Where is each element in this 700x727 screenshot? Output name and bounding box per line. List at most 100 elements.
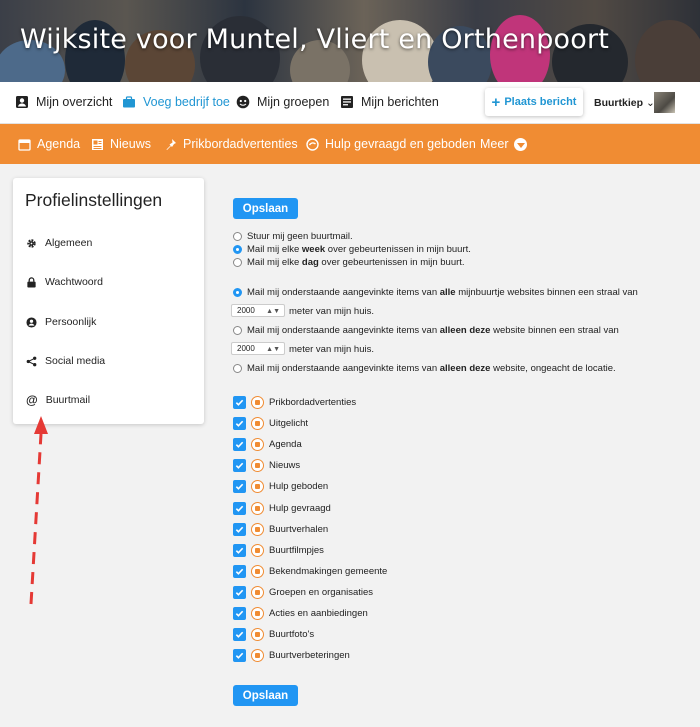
category-checkbox-row[interactable]: Buurtverhalen [233, 522, 329, 536]
user-menu[interactable]: Buurtkiep ⌄ [594, 97, 655, 109]
category-checkbox-row[interactable]: Hulp geboden [233, 480, 328, 494]
checkmark-icon [235, 399, 244, 406]
at-icon: @ [26, 392, 38, 407]
plaats-bericht-button[interactable]: + Plaats bericht [485, 88, 583, 116]
category-checkbox-row[interactable]: Buurtverbeteringen [233, 649, 350, 663]
nav-label: Hulp gevraagd en geboden [325, 137, 476, 151]
nav-label: Meer [480, 137, 509, 151]
radio-option[interactable]: Stuur mij geen buurtmail. [233, 231, 353, 242]
chevron-down-icon: ▲▼ [266, 308, 280, 315]
category-label: Agenda [269, 439, 302, 451]
save-button-bottom[interactable]: Opslaan [233, 685, 298, 706]
category-checkbox-row[interactable]: Buurtfilmpjes [233, 543, 324, 557]
nav-agenda[interactable]: Agenda [18, 137, 80, 151]
sidebar-item-persoonlijk[interactable]: Persoonlijk [26, 316, 96, 328]
radio-button[interactable] [233, 288, 242, 297]
nav-label: Mijn berichten [361, 95, 439, 109]
radio-option[interactable]: Mail mij onderstaande aangevinkte items … [233, 363, 616, 374]
distance-value: 2000 [237, 306, 255, 315]
category-checkbox-row[interactable]: Prikbordadvertenties [233, 396, 356, 409]
category-checkbox-row[interactable]: Nieuws [233, 459, 300, 473]
category-checkbox-row[interactable]: Hulp gevraagd [233, 501, 331, 515]
radio-button[interactable] [233, 326, 242, 335]
nav-prikbordadvertenties[interactable]: Prikbordadvertenties [164, 137, 298, 151]
category-label: Buurtverhalen [269, 523, 329, 535]
category-checkbox-row[interactable]: Uitgelicht [233, 417, 309, 431]
category-icon [251, 396, 264, 409]
annotation-arrow [29, 416, 48, 605]
category-icon [251, 607, 264, 620]
pin-icon [166, 138, 176, 150]
plus-icon: + [491, 93, 501, 111]
checkmark-icon [235, 420, 244, 428]
nav-hulp-gevraagd-en-geboden[interactable]: Hulp gevraagd en geboden [306, 137, 476, 151]
checkbox[interactable] [233, 543, 246, 557]
checkbox[interactable] [233, 459, 246, 473]
nav-voeg-bedrijf-toe[interactable]: Voeg bedrijf toe [122, 95, 230, 109]
distance-value: 2000 [237, 344, 255, 353]
checkbox[interactable] [233, 438, 246, 452]
briefcase-icon [123, 96, 135, 108]
sidebar-item-social-media[interactable]: Social media [26, 355, 105, 367]
radio-button[interactable] [233, 232, 242, 241]
avatar[interactable] [654, 92, 675, 113]
checkmark-icon [235, 547, 244, 554]
checkmark-icon [235, 589, 244, 596]
radio-label: Mail mij onderstaande aangevinkte items … [247, 363, 616, 374]
nav-label: Voeg bedrijf toe [143, 95, 230, 109]
category-checkbox-row[interactable]: Bekendmakingen gemeente [233, 564, 387, 578]
lock-icon [27, 276, 36, 288]
category-checkbox-row[interactable]: Groepen en organisaties [233, 585, 373, 599]
checkbox[interactable] [233, 649, 246, 663]
nav-mijn-overzicht[interactable]: Mijn overzicht [15, 95, 112, 109]
nav-label: Mijn groepen [257, 95, 330, 109]
post-button-label: Plaats bericht [504, 96, 577, 108]
radio-button[interactable] [233, 364, 242, 373]
checkbox[interactable] [233, 417, 246, 431]
radio-option[interactable]: Mail mij elke dag over gebeurtenissen in… [233, 257, 465, 268]
radio-label: Mail mij onderstaande aangevinkte items … [247, 325, 619, 336]
checkbox[interactable] [233, 480, 246, 494]
radio-option[interactable]: Mail mij elke week over gebeurtenissen i… [233, 244, 471, 255]
checkbox[interactable] [233, 396, 246, 409]
category-label: Buurtverbeteringen [269, 650, 350, 662]
distance-select-2[interactable]: 2000 ▲▼ [231, 342, 285, 355]
category-icon [251, 417, 264, 431]
category-label: Uitgelicht [269, 418, 309, 430]
category-checkbox-row[interactable]: Acties en aanbiedingen [233, 607, 368, 620]
checkbox[interactable] [233, 628, 246, 642]
sidebar-item-label: Social media [45, 355, 106, 367]
checkbox[interactable] [233, 501, 246, 515]
sidebar-item-label: Algemeen [45, 237, 93, 249]
group-icon [236, 95, 250, 109]
category-label: Acties en aanbiedingen [269, 608, 368, 619]
radio-label: Mail mij elke dag over gebeurtenissen in… [247, 257, 465, 268]
category-icon [251, 564, 264, 578]
nav-meer[interactable]: Meer [480, 137, 528, 151]
distance-select-1[interactable]: 2000 ▲▼ [231, 304, 285, 317]
save-button-top[interactable]: Opslaan [233, 198, 298, 219]
nav-label: Mijn overzicht [36, 95, 113, 109]
category-checkbox-row[interactable]: Agenda [233, 438, 302, 452]
radio-option[interactable]: Mail mij onderstaande aangevinkte items … [233, 287, 638, 298]
category-icon [251, 501, 264, 515]
radio-button[interactable] [233, 245, 242, 254]
checkbox[interactable] [233, 585, 246, 599]
checkbox[interactable] [233, 564, 246, 578]
category-navigation: Agenda Nieuws Prikbordadvertenties Hulp … [0, 124, 700, 164]
sidebar-item-buurtmail[interactable]: @ Buurtmail [26, 392, 90, 407]
checkbox[interactable] [233, 607, 246, 620]
radio-button[interactable] [233, 258, 242, 267]
nav-mijn-berichten[interactable]: Mijn berichten [340, 95, 439, 109]
nav-mijn-groepen[interactable]: Mijn groepen [236, 95, 329, 109]
nav-label: Prikbordadvertenties [183, 137, 298, 151]
category-icon [251, 459, 264, 473]
nav-nieuws[interactable]: Nieuws [91, 137, 151, 151]
sidebar-item-wachtwoord[interactable]: Wachtwoord [26, 276, 103, 288]
category-checkbox-row[interactable]: Buurtfoto's [233, 628, 314, 642]
messages-icon [341, 96, 353, 108]
radio-option[interactable]: Mail mij onderstaande aangevinkte items … [233, 325, 619, 336]
sidebar-item-algemeen[interactable]: Algemeen [26, 237, 92, 249]
username: Buurtkiep [594, 97, 644, 109]
checkbox[interactable] [233, 522, 246, 536]
